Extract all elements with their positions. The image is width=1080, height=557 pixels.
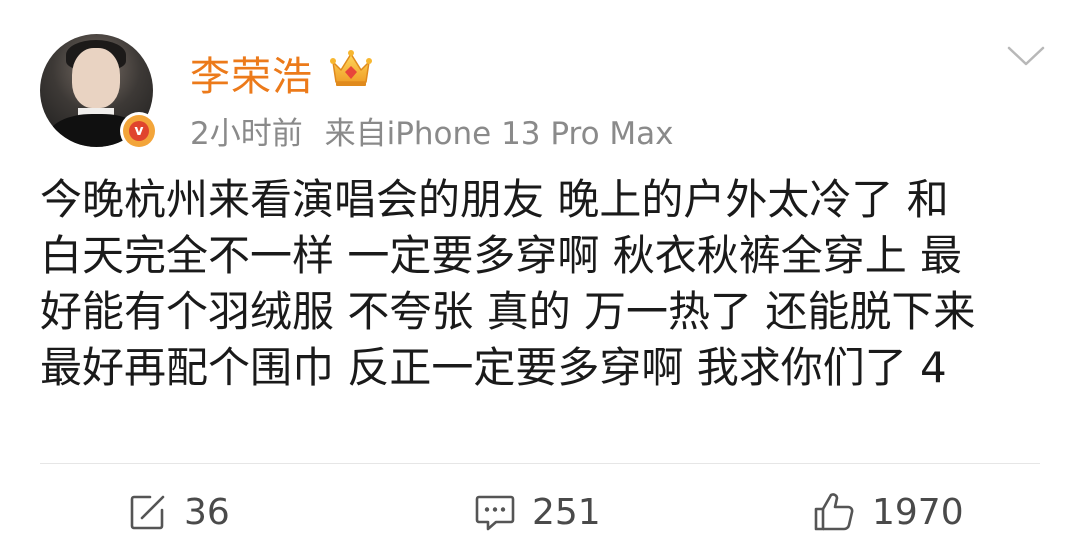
post-line: 今晚杭州来看演唱会的朋友 晚上的户外太冷了 和 bbox=[40, 175, 949, 224]
repost-button[interactable]: 36 bbox=[128, 488, 230, 536]
post-line: 白天完全不一样 一定要多穿啊 秋衣秋裤全穿上 最 bbox=[40, 231, 963, 280]
post-meta: 2小时前 来自iPhone 13 Pro Max bbox=[190, 108, 686, 153]
like-count: 1970 bbox=[872, 491, 964, 533]
like-button[interactable]: 1970 bbox=[812, 488, 964, 536]
post-time: 2小时前 bbox=[190, 116, 303, 152]
divider bbox=[40, 463, 1040, 464]
repost-icon bbox=[130, 495, 165, 530]
comment-count: 251 bbox=[532, 491, 601, 533]
comment-button[interactable]: 251 bbox=[474, 488, 601, 536]
chevron-down-icon[interactable] bbox=[1006, 44, 1046, 68]
username[interactable]: 李荣浩 bbox=[190, 44, 313, 102]
thumbs-up-icon bbox=[814, 493, 854, 531]
post-line: 好能有个羽绒服 不夸张 真的 万一热了 还能脱下来 bbox=[40, 287, 976, 336]
comment-icon bbox=[475, 495, 515, 531]
post-line: 最好再配个围巾 反正一定要多穿啊 我求你们了 4 bbox=[40, 343, 947, 392]
post-source[interactable]: 来自iPhone 13 Pro Max bbox=[325, 116, 674, 152]
avatar-face bbox=[72, 48, 120, 108]
post-text: 今晚杭州来看演唱会的朋友 晚上的户外太冷了 和 白天完全不一样 一定要多穿啊 秋… bbox=[40, 172, 1050, 396]
verified-badge-mark: v bbox=[129, 121, 149, 141]
repost-count: 36 bbox=[184, 491, 230, 533]
verified-badge-ring: v bbox=[123, 115, 155, 147]
verified-badge-icon: v bbox=[120, 112, 158, 150]
crown-icon[interactable] bbox=[330, 48, 372, 88]
